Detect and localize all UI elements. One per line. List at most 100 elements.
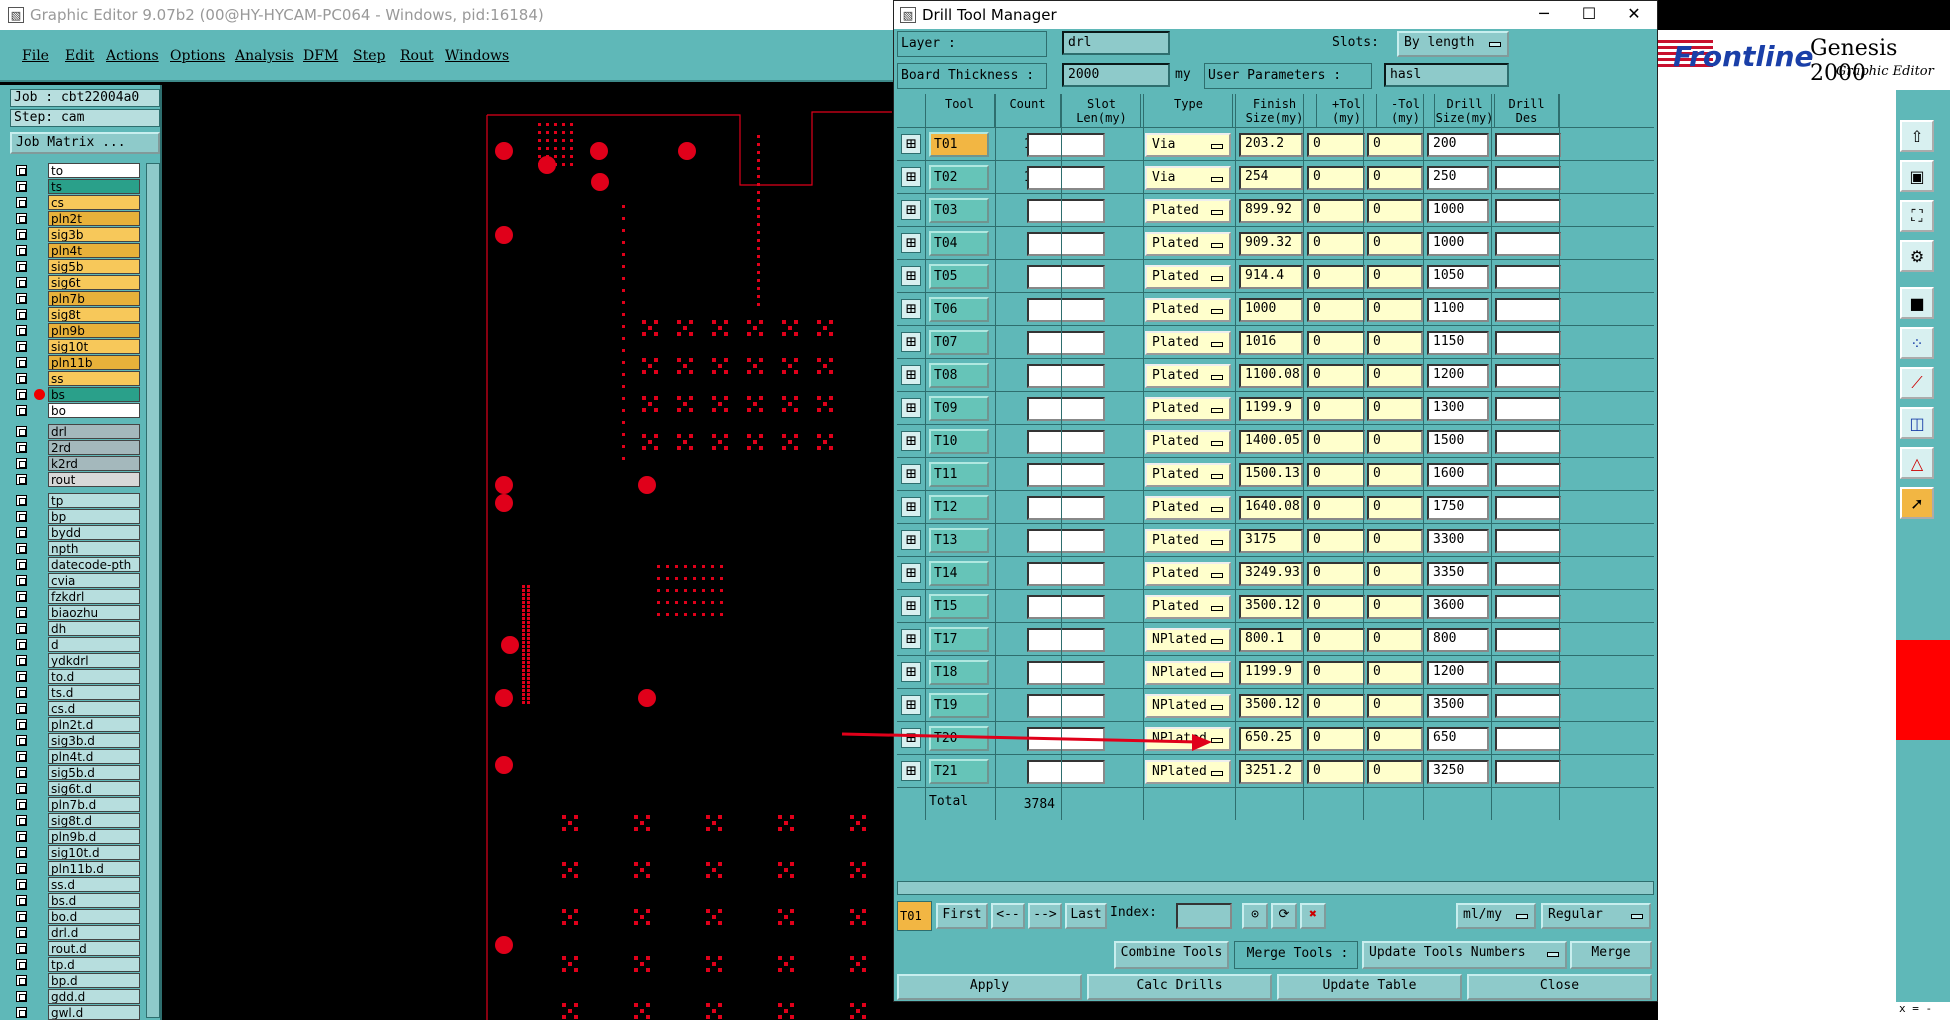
layer-name[interactable]: cs <box>48 195 140 210</box>
menu-windows[interactable]: Windows <box>445 48 509 64</box>
calc-drills-button[interactable]: Calc Drills <box>1087 974 1272 1000</box>
layer-row-gwl-d[interactable]: gwl.d <box>10 1005 150 1020</box>
type-dropdown[interactable]: NPlated <box>1145 727 1231 751</box>
nodes-icon[interactable]: ⁘ <box>1900 327 1934 359</box>
layer-row-drl-d[interactable]: drl.d <box>10 925 150 940</box>
layer-row-bp[interactable]: bp <box>10 509 150 524</box>
layer-checkbox[interactable] <box>16 879 27 890</box>
tool-name[interactable]: T13 <box>929 528 989 553</box>
drill-des-field[interactable] <box>1495 199 1561 223</box>
drill-size-field[interactable]: 1050 <box>1427 265 1489 289</box>
layer-name[interactable]: gdd.d <box>48 989 140 1004</box>
layer-row-pln2t-d[interactable]: pln2t.d <box>10 717 150 732</box>
tool-name[interactable]: T18 <box>929 660 989 685</box>
layer-name[interactable]: pln4t.d <box>48 749 140 764</box>
finish-size-field[interactable]: 909.32 <box>1239 232 1303 256</box>
layer-row-tp[interactable]: tp <box>10 493 150 508</box>
tool-name[interactable]: T09 <box>929 396 989 421</box>
layer-checkbox[interactable] <box>16 863 27 874</box>
layer-name[interactable]: pln2t.d <box>48 717 140 732</box>
plus-tol-field[interactable]: 0 <box>1307 694 1365 718</box>
expand-icon[interactable]: ⊞ <box>901 662 921 682</box>
minus-tol-field[interactable]: 0 <box>1367 463 1423 487</box>
layer-name[interactable]: biaozhu <box>48 605 140 620</box>
type-dropdown[interactable]: Via <box>1145 133 1231 157</box>
type-dropdown[interactable]: Plated <box>1145 595 1231 619</box>
drill-size-field[interactable]: 1500 <box>1427 430 1489 454</box>
minus-tol-field[interactable]: 0 <box>1367 133 1423 157</box>
layer-checkbox[interactable] <box>16 495 27 506</box>
layer-checkbox[interactable] <box>16 831 27 842</box>
plus-tol-field[interactable]: 0 <box>1307 529 1365 553</box>
layer-name[interactable]: sig6t.d <box>48 781 140 796</box>
layer-row-to-d[interactable]: to.d <box>10 669 150 684</box>
layer-name[interactable]: ydkdrl <box>48 653 140 668</box>
minus-tol-field[interactable]: 0 <box>1367 397 1423 421</box>
minus-tol-field[interactable]: 0 <box>1367 727 1423 751</box>
plus-tol-field[interactable]: 0 <box>1307 397 1365 421</box>
layer-row-pln9b[interactable]: pln9b <box>10 323 150 338</box>
layer-row-fzkdrl[interactable]: fzkdrl <box>10 589 150 604</box>
layer-row-cs-d[interactable]: cs.d <box>10 701 150 716</box>
layer-row-tp-d[interactable]: tp.d <box>10 957 150 972</box>
layer-name[interactable]: sig10t.d <box>48 845 140 860</box>
plus-tol-field[interactable]: 0 <box>1307 232 1365 256</box>
plus-tol-field[interactable]: 0 <box>1307 166 1365 190</box>
layer-checkbox[interactable] <box>16 341 27 352</box>
drill-size-field[interactable]: 1600 <box>1427 463 1489 487</box>
drill-des-field[interactable] <box>1495 760 1561 784</box>
expand-icon[interactable]: ⊞ <box>901 266 921 286</box>
layer-name[interactable]: bydd <box>48 525 140 540</box>
finish-size-field[interactable]: 650.25 <box>1239 727 1303 751</box>
drill-des-field[interactable] <box>1495 628 1561 652</box>
minus-tol-field[interactable]: 0 <box>1367 496 1423 520</box>
layer-name[interactable]: sig5b.d <box>48 765 140 780</box>
layer-checkbox[interactable] <box>16 277 27 288</box>
drill-size-field[interactable]: 200 <box>1427 133 1489 157</box>
layer-name[interactable]: bp <box>48 509 140 524</box>
merge-button[interactable]: Merge <box>1570 941 1652 969</box>
expand-icon[interactable]: ⊞ <box>901 233 921 253</box>
prev-button[interactable]: <-- <box>991 903 1025 929</box>
type-dropdown[interactable]: Plated <box>1145 298 1231 322</box>
tool-name[interactable]: T04 <box>929 231 989 256</box>
layer-checkbox[interactable] <box>16 442 27 453</box>
layer-name[interactable]: k2rd <box>48 456 140 471</box>
plus-tol-field[interactable]: 0 <box>1307 760 1365 784</box>
layer-scrollbar[interactable] <box>146 163 160 1018</box>
layer-row-pln11b[interactable]: pln11b <box>10 355 150 370</box>
layer-name[interactable]: drl.d <box>48 925 140 940</box>
drill-size-field[interactable]: 800 <box>1427 628 1489 652</box>
drill-des-field[interactable] <box>1495 463 1561 487</box>
layer-row-pln7b[interactable]: pln7b <box>10 291 150 306</box>
drill-size-field[interactable]: 1000 <box>1427 232 1489 256</box>
finish-size-field[interactable]: 254 <box>1239 166 1303 190</box>
finish-size-field[interactable]: 3175 <box>1239 529 1303 553</box>
layer-row-rout[interactable]: rout <box>10 472 150 487</box>
plus-tol-field[interactable]: 0 <box>1307 463 1365 487</box>
layer-checkbox[interactable] <box>16 975 27 986</box>
type-dropdown[interactable]: Via <box>1145 166 1231 190</box>
slot-len-field[interactable] <box>1027 694 1105 718</box>
plus-tol-field[interactable]: 0 <box>1307 661 1365 685</box>
finish-size-field[interactable]: 1000 <box>1239 298 1303 322</box>
finish-size-field[interactable]: 1199.9 <box>1239 397 1303 421</box>
layer-row-ydkdrl[interactable]: ydkdrl <box>10 653 150 668</box>
drill-size-field[interactable]: 3600 <box>1427 595 1489 619</box>
type-dropdown[interactable]: NPlated <box>1145 760 1231 784</box>
slot-len-field[interactable] <box>1027 760 1105 784</box>
drill-size-field[interactable]: 3500 <box>1427 694 1489 718</box>
finish-size-field[interactable]: 914.4 <box>1239 265 1303 289</box>
menu-analysis[interactable]: Analysis <box>235 48 294 64</box>
type-dropdown[interactable]: Plated <box>1145 364 1231 388</box>
first-button[interactable]: First <box>936 903 988 929</box>
slot-len-field[interactable] <box>1027 430 1105 454</box>
expand-icon[interactable]: ⊞ <box>901 596 921 616</box>
drill-des-field[interactable] <box>1495 232 1561 256</box>
finish-size-field[interactable]: 899.92 <box>1239 199 1303 223</box>
plus-tol-field[interactable]: 0 <box>1307 628 1365 652</box>
layer-checkbox[interactable] <box>16 703 27 714</box>
slot-len-field[interactable] <box>1027 463 1105 487</box>
layer-checkbox[interactable] <box>16 751 27 762</box>
tool-name[interactable]: T08 <box>929 363 989 388</box>
